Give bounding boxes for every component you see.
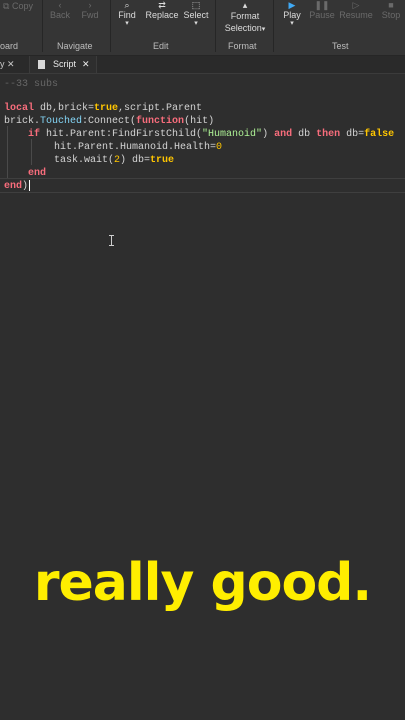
resume-button[interactable]: ▷ Resume xyxy=(339,0,373,20)
pause-icon: ❚❚ xyxy=(314,0,330,10)
indent-guide xyxy=(7,126,8,178)
format-selection-button[interactable]: ▴ Format Selection▾ xyxy=(221,0,269,36)
code-editor[interactable]: --33 subs local db,brick=true,script.Par… xyxy=(0,74,405,720)
select-icon: ⬚ xyxy=(191,0,201,10)
chevron-down-icon: ▾ xyxy=(125,20,129,27)
group-label-format: Format xyxy=(228,41,257,51)
indent-guide xyxy=(31,139,32,165)
forward-button[interactable]: › Fwd xyxy=(79,0,101,20)
select-button[interactable]: ⬚ Select ▾ xyxy=(182,0,210,28)
pause-button[interactable]: ❚❚ Pause xyxy=(309,0,335,20)
format-icon: ▴ xyxy=(242,0,248,10)
code-line-1: local db,brick=true,script.Parent xyxy=(4,103,203,114)
text-caret xyxy=(29,180,30,191)
code-line-4: hit.Parent.Humanoid.Health=0 xyxy=(54,142,223,153)
group-label-edit: Edit xyxy=(153,41,169,51)
group-label-clipboard: oard xyxy=(0,41,19,51)
ribbon-divider xyxy=(42,0,43,52)
chevron-down-icon: ▾ xyxy=(261,26,266,33)
tab-label: Script xyxy=(53,59,77,69)
ibeam-cursor-icon xyxy=(109,235,114,246)
resume-icon: ▷ xyxy=(352,0,360,10)
back-button[interactable]: ‹ Back xyxy=(49,0,71,20)
ribbon-divider xyxy=(110,0,111,52)
stop-icon: ■ xyxy=(388,0,394,10)
play-button[interactable]: ▶ Play ▾ xyxy=(280,0,304,28)
replace-icon: ⇄ xyxy=(158,0,166,10)
code-line-2: brick.Touched:Connect(function(hit) xyxy=(4,116,215,127)
copy-icon: ⧉ xyxy=(3,1,10,11)
find-button[interactable]: ⌕ Find ▾ xyxy=(114,0,140,28)
group-label-test: Test xyxy=(332,41,349,51)
copy-button[interactable]: ⧉ Copy xyxy=(3,1,33,12)
ribbon-divider xyxy=(273,0,274,52)
current-line-highlight xyxy=(0,178,405,193)
chevron-down-icon: ▾ xyxy=(194,20,198,27)
back-arrow-icon: ‹ xyxy=(58,0,62,10)
stop-button[interactable]: ■ Stop xyxy=(379,0,403,20)
forward-arrow-icon: › xyxy=(88,0,92,10)
code-line-5: task.wait(2) db=true xyxy=(54,155,175,166)
script-icon xyxy=(38,60,45,69)
video-caption: really good. xyxy=(33,553,372,613)
code-line-3: if hit.Parent:FindFirstChild("Humanoid")… xyxy=(28,129,395,140)
tab-script[interactable]: Script ✕ xyxy=(29,56,97,73)
group-label-navigate: Navigate xyxy=(57,41,93,51)
tab-previous[interactable]: y ✕ xyxy=(0,56,26,73)
play-icon: ▶ xyxy=(288,0,296,10)
ribbon-divider xyxy=(215,0,216,52)
find-icon: ⌕ xyxy=(124,0,130,10)
tab-bar: y ✕ Script ✕ xyxy=(0,56,405,74)
chevron-down-icon: ▾ xyxy=(290,20,294,27)
ribbon-toolbar: ⧉ Copy ‹ Back › Fwd ⌕ Find ▾ ⇄ Replace ⬚… xyxy=(0,0,405,56)
code-line-comment: --33 subs xyxy=(4,79,59,90)
close-icon[interactable]: ✕ xyxy=(82,56,90,73)
replace-button[interactable]: ⇄ Replace xyxy=(145,0,179,20)
